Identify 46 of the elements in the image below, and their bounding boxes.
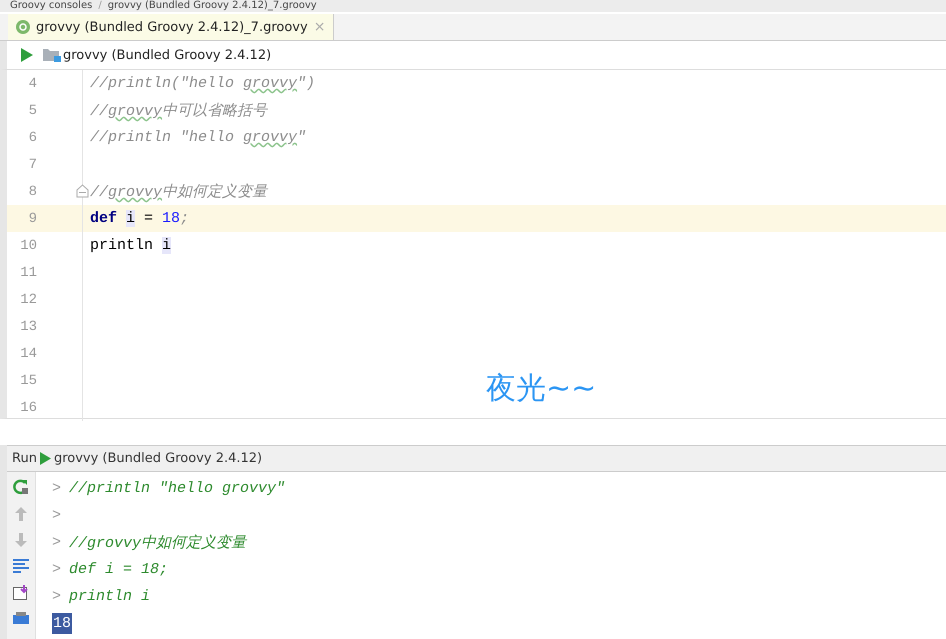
prompt-marker: >	[52, 588, 62, 605]
code-line: //grovvy中如何定义变量	[89, 182, 268, 201]
line-number: 16	[19, 400, 37, 416]
folder-icon	[43, 48, 61, 62]
console-command-text: println i	[69, 588, 150, 605]
line-number: 6	[28, 130, 37, 146]
console-command-text: def i = 18;	[69, 561, 168, 578]
line-number: 11	[19, 264, 37, 280]
code-line: println i	[89, 237, 172, 254]
console-command-text: //grovvy中如何定义变量	[69, 533, 246, 552]
scroll-to-end-icon[interactable]	[13, 585, 29, 600]
line-number: 5	[28, 102, 37, 118]
line-number: 7	[28, 156, 37, 172]
breadcrumb[interactable]: grovvy (Bundled Groovy 2.4.12)_7.groovy	[108, 0, 317, 12]
line-number: 13	[19, 318, 37, 334]
run-icon[interactable]	[21, 48, 33, 62]
rerun-icon[interactable]	[13, 479, 29, 495]
line-number: 12	[19, 292, 37, 308]
overlay-caption: 夜光~~	[486, 370, 596, 408]
line-number: 10	[19, 238, 37, 254]
breadcrumb-separator: /	[98, 0, 102, 12]
fold-marker-icon[interactable]	[76, 184, 89, 198]
prompt-marker: >	[52, 561, 62, 578]
line-number: 14	[19, 346, 37, 362]
line-number: 4	[28, 76, 37, 92]
prompt-marker: >	[52, 507, 62, 524]
soft-wrap-icon[interactable]	[13, 559, 29, 573]
run-icon	[40, 452, 51, 465]
print-icon[interactable]	[13, 612, 29, 624]
console-output: 18	[52, 613, 72, 634]
run-configuration: grovvy (Bundled Groovy 2.4.12)	[54, 451, 262, 466]
groovy-file-icon	[16, 20, 30, 34]
code-line: //println "hello grovvy"	[89, 129, 306, 146]
line-number: 9	[28, 210, 37, 226]
code-line: def i = 18;	[89, 210, 190, 227]
code-line: //grovvy中可以省略括号	[89, 102, 268, 120]
prompt-marker: >	[52, 534, 62, 551]
line-number: 8	[28, 184, 37, 200]
code-line: //println("hello grovvy")	[89, 75, 316, 92]
run-panel-label: Run	[12, 451, 37, 466]
console-command-text: //println "hello grovvy"	[69, 480, 286, 497]
prompt-marker: >	[52, 480, 62, 497]
editor-tab[interactable]: grovvy (Bundled Groovy 2.4.12)_7.groovy ×	[8, 14, 334, 40]
line-number: 15	[19, 372, 37, 388]
run-configuration[interactable]: grovvy (Bundled Groovy 2.4.12)	[63, 48, 272, 62]
breadcrumb[interactable]: Groovy consoles	[10, 0, 92, 12]
